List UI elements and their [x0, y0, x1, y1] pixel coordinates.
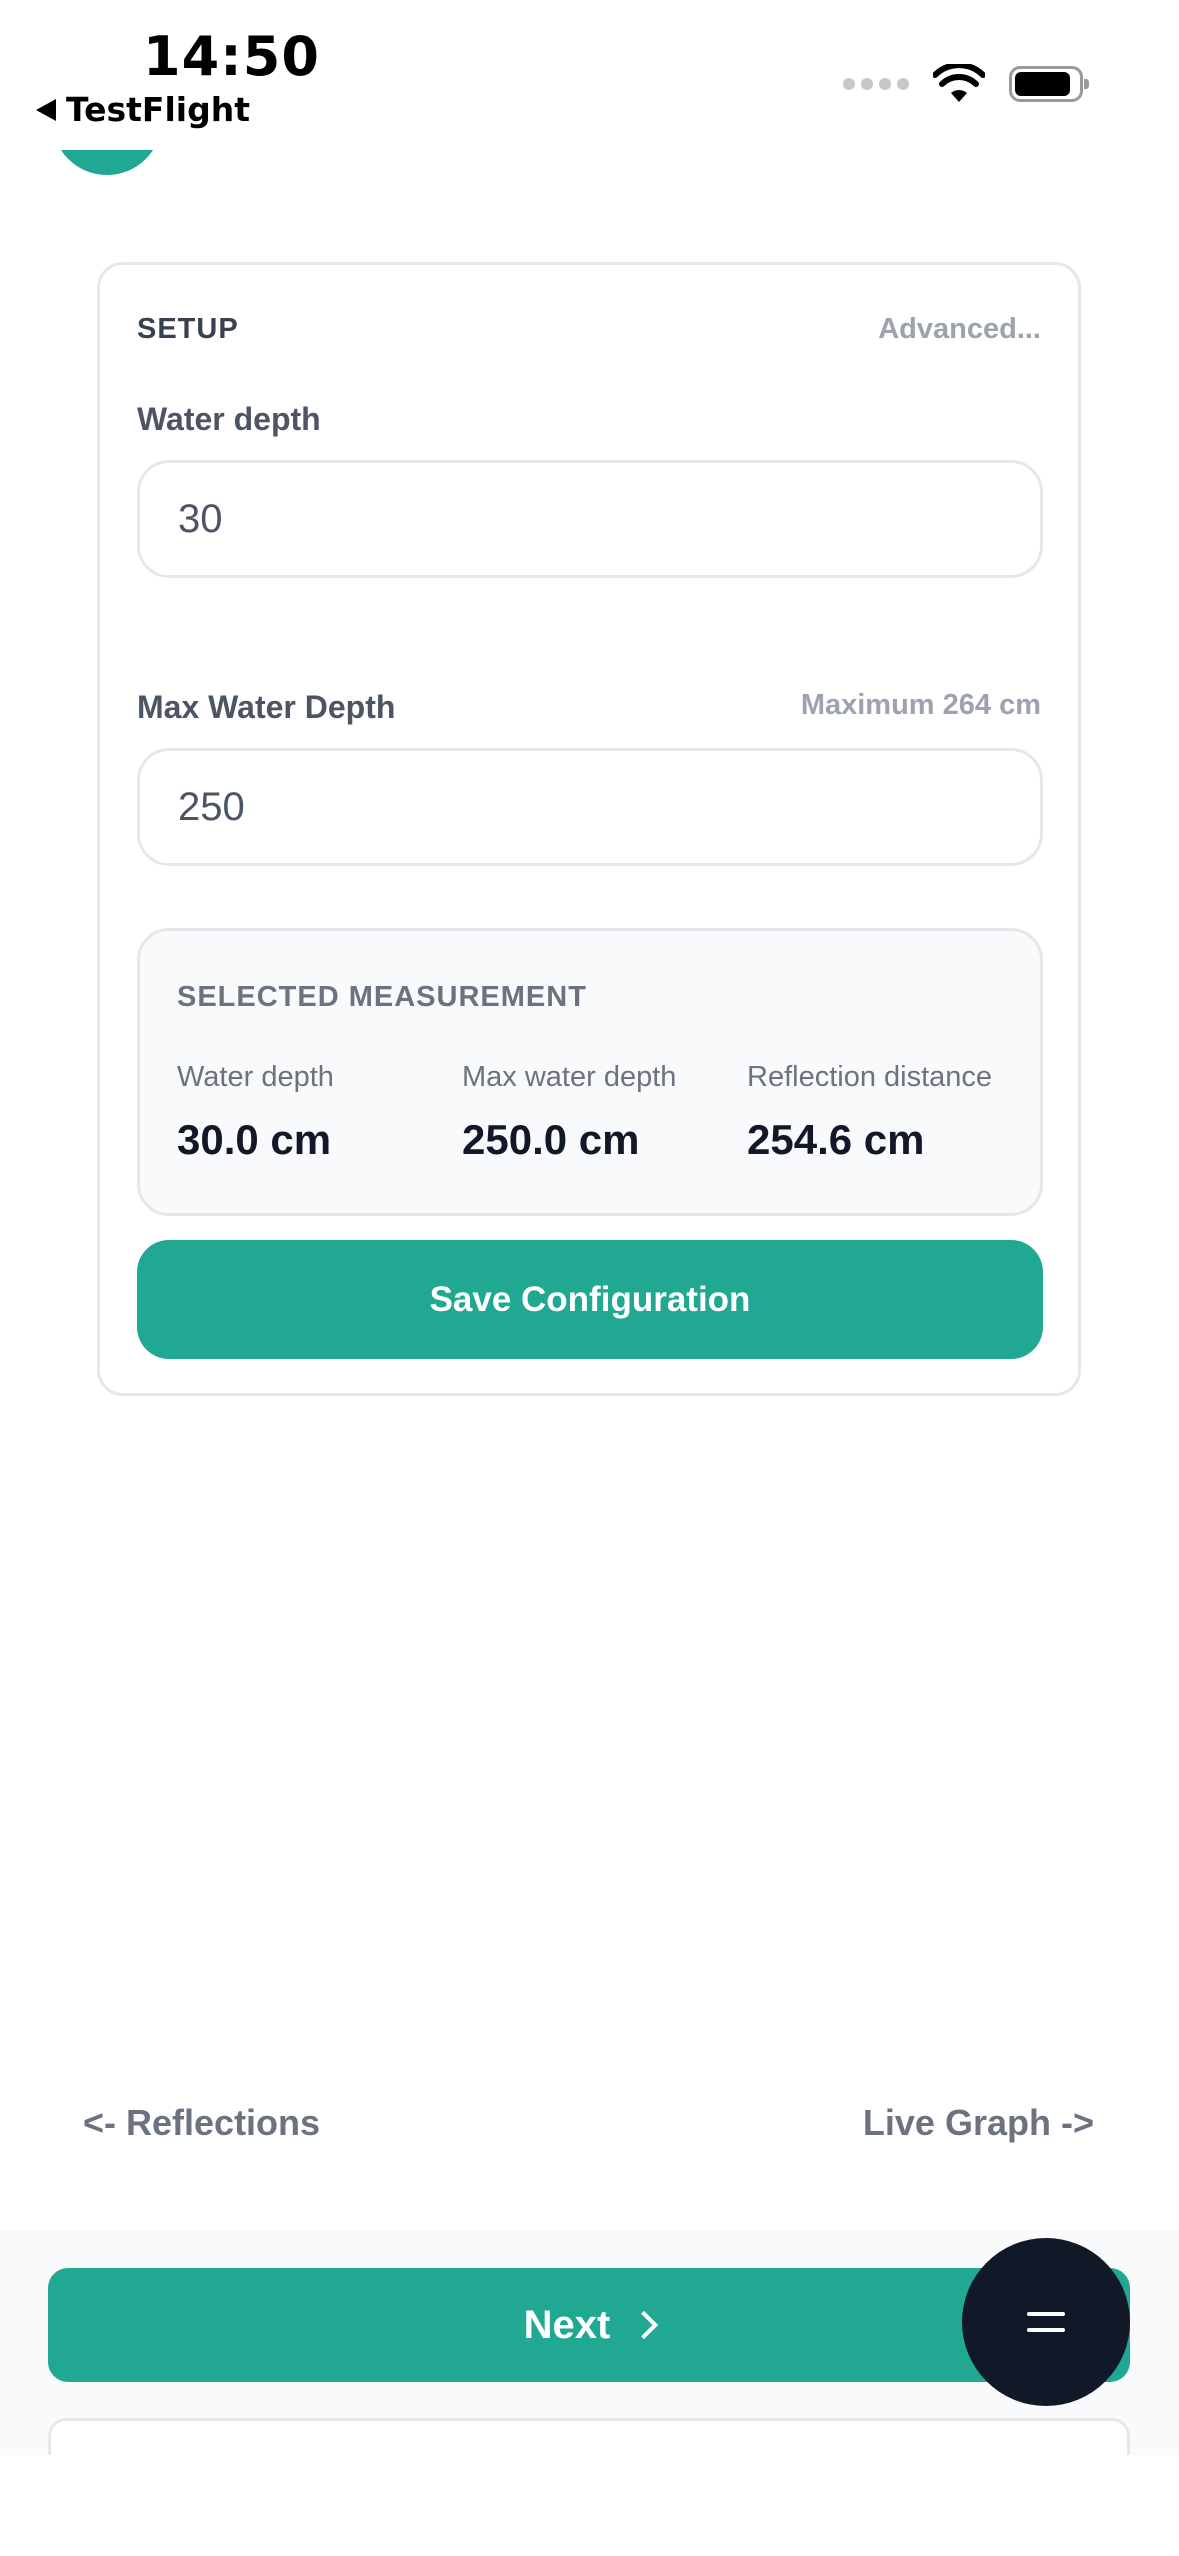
wifi-icon — [933, 64, 985, 102]
prev-reflections-link[interactable]: <- Reflections — [83, 2102, 320, 2144]
menu-line-icon — [1027, 2312, 1065, 2316]
max-water-depth-hint: Maximum 264 cm — [800, 689, 1041, 721]
water-depth-label: Water depth — [137, 401, 321, 437]
selected-measurement-panel: SELECTED MEASUREMENT Water depth 30.0 cm… — [137, 928, 1043, 1216]
metric-value: 254.6 cm — [747, 1116, 925, 1163]
cellular-signal-icon — [843, 78, 909, 90]
bottom-safe-area — [0, 2455, 1179, 2556]
max-water-depth-input[interactable]: 250 — [137, 748, 1043, 866]
selected-measurement-title: SELECTED MEASUREMENT — [177, 981, 587, 1013]
setup-title: SETUP — [137, 313, 239, 345]
back-label: TestFlight — [66, 90, 250, 129]
back-triangle-icon — [36, 98, 56, 121]
status-indicators — [843, 64, 1089, 104]
setup-card: SETUP Advanced... Water depth 30 Max Wat… — [97, 262, 1081, 1396]
metric-label: Reflection distance — [747, 1061, 993, 1093]
next-button-label: Next — [523, 2302, 611, 2347]
advanced-link[interactable]: Advanced... — [878, 313, 1041, 346]
metric-water-depth: Water depth 30.0 cm — [177, 1061, 334, 1164]
chevron-right-icon — [630, 2310, 659, 2340]
metric-max-water-depth: Max water depth 250.0 cm — [462, 1061, 676, 1164]
max-water-depth-label: Max Water Depth — [137, 689, 396, 725]
menu-line-icon — [1027, 2328, 1065, 2332]
menu-fab-button[interactable] — [962, 2238, 1130, 2406]
battery-icon — [1009, 66, 1089, 102]
back-to-testflight[interactable]: TestFlight — [36, 93, 250, 126]
metric-reflection-distance: Reflection distance 254.6 cm — [747, 1061, 992, 1164]
metric-label: Max water depth — [462, 1061, 677, 1093]
next-live-graph-link[interactable]: Live Graph -> — [863, 2102, 1094, 2144]
metric-value: 250.0 cm — [462, 1116, 640, 1163]
metric-label: Water depth — [177, 1061, 334, 1093]
metric-value: 30.0 cm — [177, 1116, 332, 1163]
water-depth-input[interactable]: 30 — [137, 460, 1043, 578]
status-time: 14:50 — [143, 25, 320, 88]
save-configuration-button[interactable]: Save Configuration — [137, 1240, 1043, 1359]
